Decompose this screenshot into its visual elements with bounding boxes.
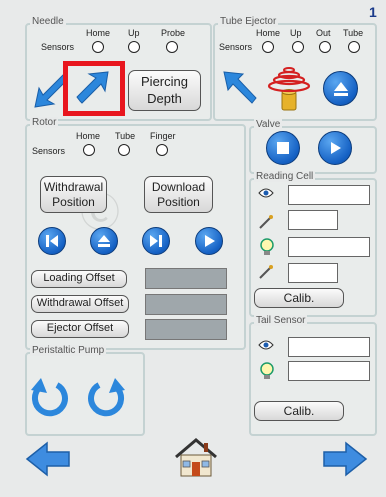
tube-ejector-sensor-up-led (292, 41, 304, 53)
eject-icon (98, 235, 110, 247)
tail-sensor-title: Tail Sensor (254, 315, 308, 326)
piercing-depth-button[interactable]: Piercing Depth (128, 70, 201, 111)
rotor-sensor-tube-label: Tube (115, 131, 136, 141)
ejector-eject-button[interactable] (323, 71, 358, 106)
rotor-sensor-home-led (83, 144, 95, 156)
download-position-button[interactable]: Download Position (144, 176, 213, 213)
tube-ejector-sensor-tube-led (348, 41, 360, 53)
skip-forward-icon (150, 235, 162, 247)
withdrawal-position-button[interactable]: Withdrawal Position (40, 176, 107, 213)
rotor-title: Rotor (30, 117, 59, 128)
needle-sensor-probe-label: Probe (161, 28, 186, 38)
valve-stop-button[interactable] (266, 131, 300, 165)
pump-clockwise-icon[interactable] (86, 375, 126, 417)
skip-back-icon (46, 235, 58, 247)
needle-sensor-home-label: Home (86, 28, 111, 38)
tube-ejector-title: Tube Ejector (218, 16, 279, 27)
eye-icon (258, 188, 274, 198)
tube-spring-icon (267, 67, 311, 111)
reading-cell-title: Reading Cell (254, 171, 316, 182)
rotor-sensor-tube-led (118, 144, 130, 156)
needle-sensor-probe-led (166, 41, 178, 53)
rotor-sensors-label: Sensors (32, 146, 66, 156)
play-icon (331, 142, 341, 154)
loading-offset-value (145, 268, 227, 289)
page-number: 1 (369, 4, 377, 20)
reading-cell-eye-value (288, 185, 370, 205)
home-icon[interactable] (173, 437, 219, 479)
ejector-offset-value (145, 319, 227, 340)
tube-ejector-sensor-out-label: Out (316, 28, 331, 38)
play-icon (205, 235, 215, 247)
needle-sensors-label: Sensors (41, 42, 75, 52)
tail-sensor-calib-button[interactable]: Calib. (254, 401, 344, 421)
eye-icon (258, 340, 274, 350)
valve-title: Valve (254, 119, 283, 130)
tube-ejector-sensor-up-label: Up (290, 28, 302, 38)
tube-ejector-sensor-out-led (319, 41, 331, 53)
reading-cell-probe2-value (288, 263, 338, 283)
rotor-eject-button[interactable] (90, 227, 118, 255)
rotor-sensor-home-label: Home (76, 131, 101, 141)
tube-ejector-sensor-tube-label: Tube (343, 28, 364, 38)
pump-counterclockwise-icon[interactable] (30, 375, 70, 417)
reading-cell-probe-value (288, 210, 338, 230)
bulb-icon (260, 362, 274, 379)
needle-sensor-up-label: Up (128, 28, 140, 38)
probe-icon (259, 265, 273, 279)
stop-icon (277, 142, 289, 154)
rotor-skip-back-button[interactable] (38, 227, 66, 255)
rotor-sensor-finger-led (156, 144, 168, 156)
tube-ejector-sensor-home-label: Home (256, 28, 281, 38)
tube-ejector-sensor-home-led (262, 41, 274, 53)
bulb-icon (260, 238, 274, 255)
tail-sensor-bulb-value (288, 361, 370, 381)
needle-sensor-home-led (92, 41, 104, 53)
back-arrow-icon[interactable] (25, 440, 71, 478)
eject-icon (333, 81, 348, 96)
rotor-skip-forward-button[interactable] (142, 227, 170, 255)
peristaltic-pump-title: Peristaltic Pump (30, 345, 107, 356)
probe-icon (259, 215, 273, 229)
needle-up-arrow-icon[interactable] (76, 70, 112, 106)
tube-ejector-sensors-label: Sensors (219, 42, 253, 52)
loading-offset-button[interactable]: Loading Offset (31, 270, 127, 288)
withdrawal-offset-value (145, 294, 227, 315)
forward-arrow-icon[interactable] (322, 440, 368, 478)
needle-title: Needle (30, 16, 66, 27)
rotor-sensor-finger-label: Finger (150, 131, 176, 141)
ejector-offset-button[interactable]: Ejector Offset (31, 320, 129, 338)
needle-sensor-up-led (128, 41, 140, 53)
ejector-arrow-icon[interactable] (220, 70, 258, 108)
rotor-play-button[interactable] (195, 227, 223, 255)
withdrawal-offset-button[interactable]: Withdrawal Offset (31, 295, 129, 313)
reading-cell-bulb-value (288, 237, 370, 257)
valve-play-button[interactable] (318, 131, 352, 165)
tail-sensor-eye-value (288, 337, 370, 357)
reading-cell-calib-button[interactable]: Calib. (254, 288, 344, 308)
